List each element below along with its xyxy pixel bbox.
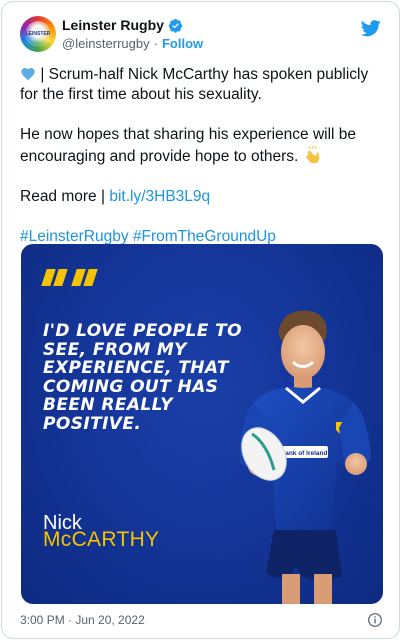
read-more-label: Read more |	[20, 188, 106, 205]
tweet-header: LEINSTER Leinster Rugby @leinsterrugby ·…	[20, 16, 385, 60]
blue-heart-icon	[21, 68, 35, 81]
tweet-body: | Scrum-half Nick McCarthy has spoken pu…	[20, 65, 383, 247]
avatar-logo: LEINSTER	[25, 21, 51, 47]
tweet-paragraph-2: He now hopes that sharing his experience…	[20, 125, 383, 167]
tweet-line-1: | Scrum-half Nick McCarthy has spoken pu…	[20, 66, 369, 103]
tweet-footer: 3:00 PM · Jun 20, 2022	[20, 611, 383, 629]
article-link[interactable]: bit.ly/3HB3L9q	[109, 188, 210, 205]
player-photo: Bank of Ireland	[239, 310, 371, 604]
quote-mark-graphic	[41, 269, 98, 286]
tweet-timestamp[interactable]: 3:00 PM · Jun 20, 2022	[20, 613, 145, 627]
name-line: Leinster Rugby	[62, 17, 183, 33]
tweet-paragraph-1: | Scrum-half Nick McCarthy has spoken pu…	[20, 65, 383, 105]
tweet-paragraph-3: Read more | bit.ly/3HB3L9q	[20, 187, 383, 207]
tweet-card[interactable]: LEINSTER Leinster Rugby @leinsterrugby ·…	[1, 1, 400, 639]
twitter-bird-icon[interactable]	[361, 18, 381, 38]
hashtags[interactable]: #LeinsterRugby #FromTheGroundUp	[20, 228, 276, 245]
verified-badge-icon	[168, 18, 182, 33]
follow-button[interactable]: Follow	[162, 36, 203, 51]
handle-line: @leinsterrugby · Follow	[62, 36, 203, 51]
player-last-name: McCARTHY	[43, 528, 160, 551]
avatar-text: LEINSTER	[25, 31, 51, 37]
jersey-sponsor-text: Bank of Ireland	[281, 450, 328, 457]
clapping-hands-icon	[305, 145, 319, 163]
info-icon[interactable]	[367, 612, 383, 628]
separator: ·	[153, 36, 158, 51]
tweet-image[interactable]: I'd love people to see, from my experien…	[21, 244, 383, 604]
avatar[interactable]: LEINSTER	[20, 16, 56, 52]
handle[interactable]: @leinsterrugby	[62, 36, 150, 51]
display-name[interactable]: Leinster Rugby	[62, 17, 164, 33]
